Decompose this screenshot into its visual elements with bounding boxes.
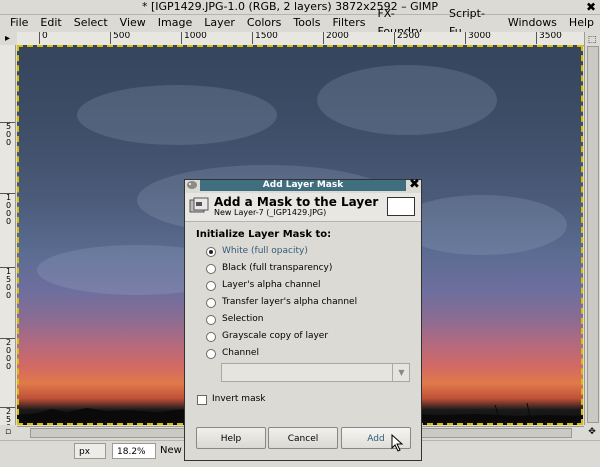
ruler-tick: 2500 xyxy=(394,32,420,44)
status-message: New xyxy=(160,445,182,456)
menu-layer[interactable]: Layer xyxy=(198,14,241,32)
invert-mask-checkbox[interactable] xyxy=(197,395,207,405)
menu-view[interactable]: View xyxy=(114,14,152,32)
cancel-button[interactable]: Cancel xyxy=(268,427,338,449)
menu-windows[interactable]: Windows xyxy=(502,14,563,32)
ruler-tick: 500 xyxy=(110,32,130,44)
dialog-header-title: Add a Mask to the Layer xyxy=(214,195,379,209)
menu-filters[interactable]: Filters xyxy=(326,14,371,32)
zoom-field[interactable]: 18.2% xyxy=(112,443,156,459)
ruler-corner-arrow-icon[interactable]: ▸ xyxy=(0,32,15,45)
menu-image[interactable]: Image xyxy=(152,14,198,32)
radio-grayscale[interactable] xyxy=(206,332,216,342)
layer-preview-thumbnail xyxy=(387,197,415,216)
zoom-to-fit-icon[interactable]: ⬚ xyxy=(586,34,598,46)
ruler-tick: 1 5 0 0 xyxy=(0,267,15,300)
radio-label-channel[interactable]: Channel xyxy=(222,348,259,359)
radio-label-black[interactable]: Black (full transparency) xyxy=(222,263,332,274)
radio-label-white[interactable]: White (full opacity) xyxy=(222,246,308,257)
ruler-tick: 0 xyxy=(39,32,48,44)
radio-white[interactable] xyxy=(206,247,216,257)
ruler-tick: 2 5 0 0 xyxy=(0,407,15,425)
radio-channel[interactable] xyxy=(206,349,216,359)
ruler-tick: 3500 xyxy=(536,32,562,44)
radio-label-grayscale[interactable]: Grayscale copy of layer xyxy=(222,331,328,342)
dialog-header-subtitle: New Layer-7 (_IGP1429.JPG) xyxy=(214,208,327,217)
unit-select[interactable]: px xyxy=(74,443,106,459)
ruler-tick: 2000 xyxy=(323,32,349,44)
window-title-bar: * [IGP1429.JPG-1.0 (RGB, 2 layers) 3872x… xyxy=(0,0,600,15)
dialog-close-icon[interactable]: ✖ xyxy=(408,178,421,191)
vertical-ruler[interactable]: 5 0 0 1 0 0 0 1 5 0 0 2 0 0 0 2 5 0 0 xyxy=(0,45,16,425)
ruler-tick: 3000 xyxy=(465,32,491,44)
radio-transfer-alpha[interactable] xyxy=(206,298,216,308)
mouse-pointer-icon xyxy=(391,434,404,452)
dialog-title: Add Layer Mask xyxy=(200,180,406,191)
navigate-icon[interactable]: ✥ xyxy=(586,426,598,438)
radio-alpha[interactable] xyxy=(206,281,216,291)
menu-select[interactable]: Select xyxy=(68,14,114,32)
radio-label-selection[interactable]: Selection xyxy=(222,314,263,325)
ruler-tick: 5 0 0 xyxy=(0,122,15,147)
ruler-tick: 1000 xyxy=(181,32,207,44)
init-mask-section-title: Initialize Layer Mask to: xyxy=(196,229,332,240)
help-button[interactable]: Help xyxy=(196,427,266,449)
menu-help[interactable]: Help xyxy=(563,14,600,32)
radio-selection[interactable] xyxy=(206,315,216,325)
quick-mask-icon[interactable]: ▫ xyxy=(2,426,14,438)
menu-tools[interactable]: Tools xyxy=(287,14,326,32)
invert-mask-label[interactable]: Invert mask xyxy=(212,394,266,404)
ruler-tick: 2 0 0 0 xyxy=(0,338,15,371)
layer-mask-icon xyxy=(189,197,209,213)
horizontal-ruler[interactable]: 0 500 1000 1500 2000 2500 3000 3500 xyxy=(17,32,584,46)
menu-colors[interactable]: Colors xyxy=(241,14,287,32)
channel-select[interactable] xyxy=(221,363,410,382)
vertical-scroll-thumb[interactable] xyxy=(587,46,599,423)
menu-file[interactable]: File xyxy=(4,14,34,32)
window-close-icon[interactable]: ✖ xyxy=(584,1,598,13)
menu-edit[interactable]: Edit xyxy=(34,14,67,32)
radio-label-transfer-alpha[interactable]: Transfer layer's alpha channel xyxy=(222,297,357,308)
ruler-tick: 1 0 0 0 xyxy=(0,193,15,226)
chevron-down-icon[interactable]: ▼ xyxy=(392,364,410,381)
radio-label-alpha[interactable]: Layer's alpha channel xyxy=(222,280,321,291)
ruler-tick: 1500 xyxy=(252,32,278,44)
radio-black[interactable] xyxy=(206,264,216,274)
gimp-app-icon xyxy=(187,181,197,189)
menu-bar: File Edit Select View Image Layer Colors… xyxy=(0,7,600,38)
